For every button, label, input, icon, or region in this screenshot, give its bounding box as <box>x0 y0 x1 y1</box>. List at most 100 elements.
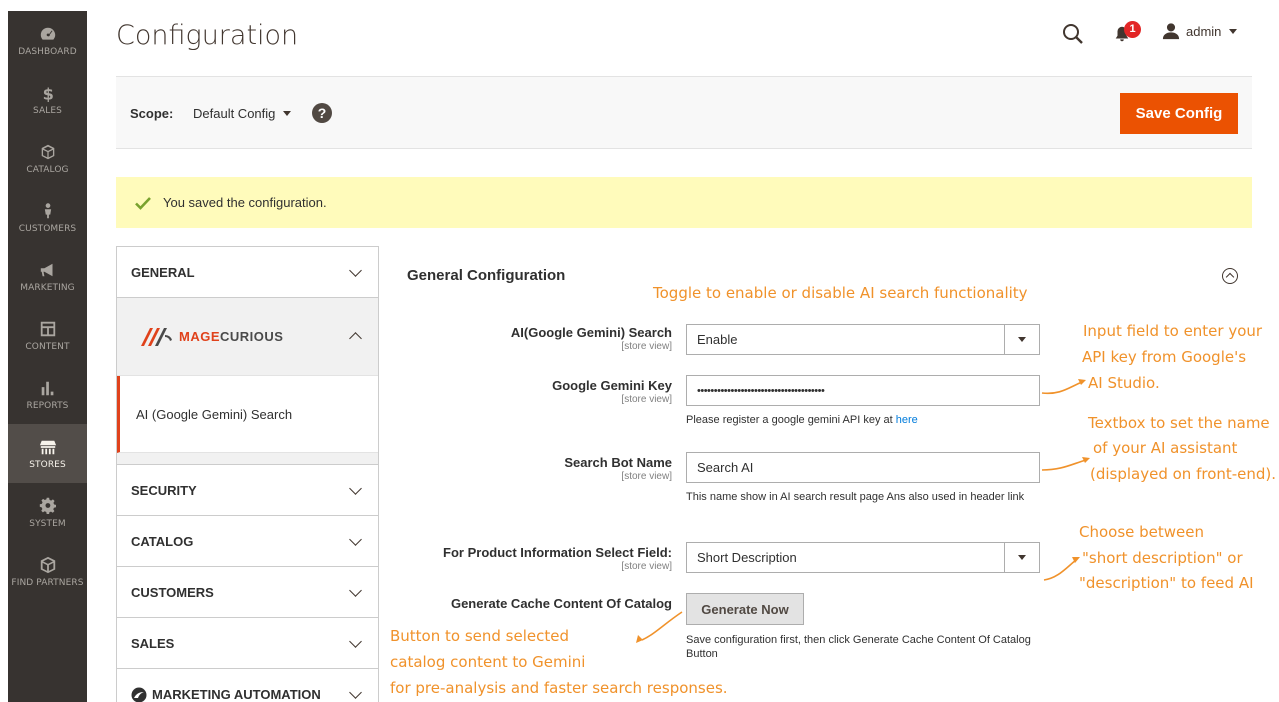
tab-label: CUSTOMERS <box>131 584 214 600</box>
tab-item-ai-gemini-search[interactable]: AI (Google Gemini) Search <box>117 376 378 453</box>
product-field-label-wrap: For Product Information Select Field: [s… <box>372 545 672 572</box>
nav-item-system[interactable]: SYSTEM <box>8 483 87 542</box>
chevron-down-icon <box>349 583 362 597</box>
nav-label: CONTENT <box>25 342 70 352</box>
tab-label: GENERAL <box>131 264 195 280</box>
ai-search-select[interactable]: Enable <box>686 324 1040 355</box>
scope-value: Default Config <box>193 106 276 121</box>
gemini-key-note: Please register a google gemini API key … <box>686 414 918 426</box>
bot-name-value: Search AI <box>697 460 754 475</box>
nav-item-sales[interactable]: $ SALES <box>8 70 87 129</box>
user-menu[interactable]: admin <box>1162 22 1238 40</box>
annotation-field-2: "short description" or <box>1082 549 1243 567</box>
tab-customers[interactable]: CUSTOMERS <box>117 567 378 618</box>
search-icon[interactable] <box>1062 23 1084 45</box>
tab-label: SALES <box>131 635 175 651</box>
brand-prefix: MAGE <box>179 329 220 344</box>
gemini-key-label: Google Gemini Key <box>552 378 672 393</box>
brand-suffix: CURIOUS <box>220 329 284 344</box>
nav-label: FIND PARTNERS <box>11 578 84 588</box>
admin-sidebar: DASHBOARD $ SALES CATALOG CUSTOMERS MARK… <box>8 11 87 702</box>
nav-item-catalog[interactable]: CATALOG <box>8 129 87 188</box>
nav-label: DASHBOARD <box>18 47 77 57</box>
nav-label: MARKETING <box>20 283 75 293</box>
chevron-down-icon <box>1004 543 1039 572</box>
scope-hint: [store view] <box>621 471 672 482</box>
page-title: Configuration <box>116 20 299 51</box>
annotation-name-3: (displayed on front-end). <box>1090 465 1277 483</box>
notifications-button[interactable]: 1 <box>1113 21 1143 45</box>
success-message-text: You saved the configuration. <box>163 195 327 210</box>
config-tabs: GENERAL MAGECURIOUS AI (Google Gemini) S… <box>116 246 379 702</box>
scope-switcher[interactable]: Default Config <box>193 106 292 121</box>
ai-search-value: Enable <box>697 332 738 347</box>
svg-text:$: $ <box>42 84 53 102</box>
nav-label: CATALOG <box>26 165 69 175</box>
help-icon[interactable]: ? <box>312 103 332 123</box>
magecurious-logo-icon <box>141 327 172 346</box>
annotation-cache-2: catalog content to Gemini <box>390 653 586 671</box>
nav-item-dashboard[interactable]: DASHBOARD <box>8 11 87 70</box>
chevron-down-icon <box>349 686 362 699</box>
chevron-down-icon <box>349 263 362 277</box>
section-title: General Configuration <box>407 267 566 284</box>
layout-icon <box>38 319 58 339</box>
product-field-select[interactable]: Short Description <box>686 542 1040 573</box>
marketing-automation-icon <box>131 687 147 702</box>
box-icon <box>38 555 58 575</box>
scope-label: Scope: <box>130 106 174 121</box>
store-icon <box>38 437 58 457</box>
tab-magecurious[interactable]: MAGECURIOUS <box>117 298 378 376</box>
nav-item-find-partners[interactable]: FIND PARTNERS <box>8 542 87 601</box>
dashboard-icon <box>38 24 58 44</box>
bot-name-label: Search Bot Name <box>564 455 672 470</box>
annotation-cache-3: for pre-analysis and faster search respo… <box>390 679 728 697</box>
gemini-key-value: •••••••••••••••••••••••••••••••••••••• <box>697 384 825 397</box>
ai-search-label-wrap: AI(Google Gemini) Search [store view] <box>372 325 672 352</box>
dollar-icon: $ <box>38 83 58 103</box>
tab-security[interactable]: SECURITY <box>117 465 378 516</box>
gemini-key-label-wrap: Google Gemini Key [store view] <box>372 378 672 405</box>
chevron-down-icon <box>1229 28 1238 34</box>
checkmark-icon <box>135 196 151 210</box>
nav-item-content[interactable]: CONTENT <box>8 306 87 365</box>
chevron-down-icon <box>283 111 292 116</box>
chevron-down-icon <box>349 634 362 648</box>
register-link[interactable]: here <box>896 414 918 426</box>
scope-hint: [store view] <box>621 341 672 352</box>
tab-marketing-automation[interactable]: MARKETING AUTOMATION <box>117 669 378 702</box>
tab-catalog[interactable]: CATALOG <box>117 516 378 567</box>
product-field-label: For Product Information Select Field: <box>443 545 672 560</box>
nav-item-reports[interactable]: REPORTS <box>8 365 87 424</box>
bar-chart-icon <box>38 378 58 398</box>
annotation-key-1: Input field to enter your <box>1083 322 1263 340</box>
annotation-key-3: AI Studio. <box>1088 374 1160 392</box>
nav-item-customers[interactable]: CUSTOMERS <box>8 188 87 247</box>
tab-general[interactable]: GENERAL <box>117 247 378 298</box>
nav-label: CUSTOMERS <box>18 224 77 234</box>
scope-bar: Scope: Default Config ? Save Config <box>116 76 1252 149</box>
scope-hint: [store view] <box>621 561 672 572</box>
collapse-section-icon[interactable] <box>1222 268 1238 284</box>
annotation-field-1: Choose between <box>1079 523 1205 541</box>
chevron-down-icon <box>349 532 362 546</box>
nav-item-marketing[interactable]: MARKETING <box>8 247 87 306</box>
user-name: admin <box>1186 23 1222 39</box>
gemini-key-input[interactable]: •••••••••••••••••••••••••••••••••••••• <box>686 375 1040 406</box>
save-config-button[interactable]: Save Config <box>1120 93 1238 134</box>
chevron-down-icon <box>349 481 362 495</box>
nav-item-stores[interactable]: STORES <box>8 424 87 483</box>
gear-icon <box>38 496 58 516</box>
tab-label: MARKETING AUTOMATION <box>152 687 321 702</box>
annotation-toggle: Toggle to enable or disable AI search fu… <box>653 284 1028 302</box>
bot-name-input[interactable]: Search AI <box>686 452 1040 483</box>
scope-hint: [store view] <box>621 394 672 405</box>
nav-label: SYSTEM <box>29 519 66 529</box>
success-message: You saved the configuration. <box>116 177 1252 228</box>
nav-label: SALES <box>33 106 62 116</box>
tab-label: CATALOG <box>131 533 194 549</box>
megaphone-icon <box>38 260 58 280</box>
person-icon <box>38 201 58 221</box>
tab-sales[interactable]: SALES <box>117 618 378 669</box>
generate-now-button[interactable]: Generate Now <box>686 593 804 625</box>
